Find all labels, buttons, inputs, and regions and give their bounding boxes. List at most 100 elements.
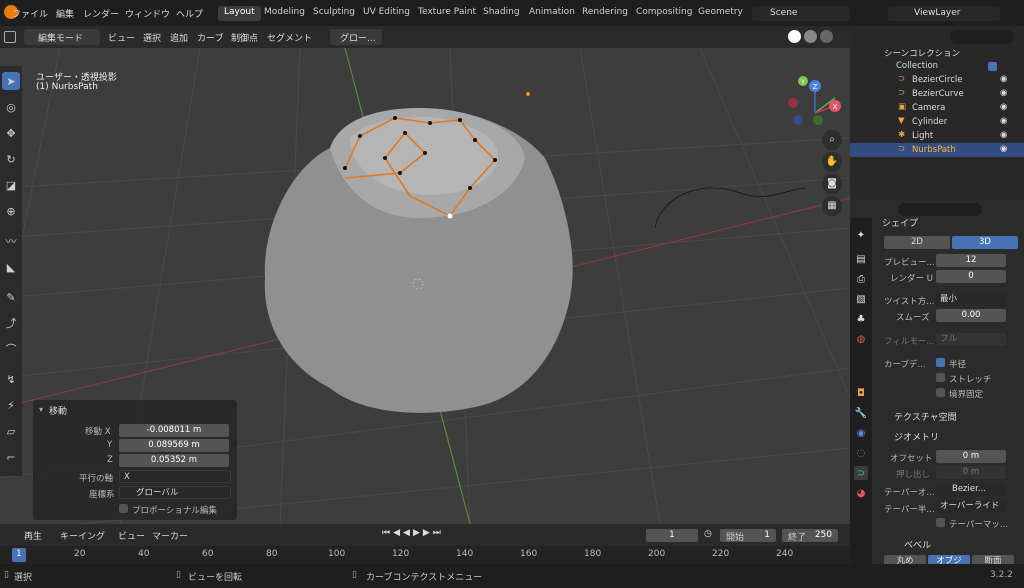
transform-tool-icon[interactable]: ⊕ [2, 202, 20, 220]
menu-segment[interactable]: セグメント [267, 31, 312, 44]
eye-icon[interactable]: ◉ [1000, 74, 1007, 84]
playback-controls[interactable]: ⏮◀◀▶▶⏭ [382, 528, 470, 542]
extrude-field[interactable]: 0 m [936, 466, 1006, 479]
outliner-item[interactable]: ✱ Light ◉ [850, 129, 1024, 143]
smooth-field[interactable]: 0.00 [936, 309, 1006, 322]
randomize-tool-icon[interactable]: ⚡ [2, 396, 20, 414]
render-u-field[interactable]: 0 [936, 270, 1006, 283]
eye-icon[interactable]: ◉ [1000, 88, 1007, 98]
properties-search[interactable] [898, 203, 982, 216]
mode-selector[interactable]: 編集モード [24, 29, 100, 45]
pen-tool-icon[interactable]: ✎ [2, 288, 20, 306]
eye-icon[interactable]: ◉ [1000, 116, 1007, 126]
radius-checkbox[interactable] [936, 358, 945, 367]
tab-uv-editing[interactable]: UV Editing [357, 6, 416, 21]
bezier-curve[interactable] [654, 187, 806, 229]
editor-type-icon[interactable] [4, 31, 16, 43]
menu-add[interactable]: 追加 [170, 31, 188, 44]
tab-shading[interactable]: Shading [477, 6, 526, 21]
bounds-clamp-checkbox[interactable] [936, 388, 945, 397]
curve-data-tab-icon[interactable]: ⊃ [854, 466, 868, 480]
timeline-view-menu[interactable]: ビュー [118, 529, 145, 542]
scale-tool-icon[interactable]: ◪ [2, 176, 20, 194]
output-tab-icon[interactable]: ⎙ [854, 272, 868, 286]
material-tab-icon[interactable]: ◕ [854, 486, 868, 500]
pivot-selector[interactable]: グロー... [330, 29, 382, 45]
world-tab-icon[interactable]: ◍ [854, 332, 868, 346]
cursor-tool-icon[interactable]: ◎ [2, 98, 20, 116]
warp-tool-icon[interactable]: ⌐ [2, 448, 20, 466]
tab-animation[interactable]: Animation [523, 6, 581, 21]
move-y-field[interactable]: 0.089569 m [119, 439, 229, 452]
shading-solid-icon[interactable] [788, 30, 801, 43]
collapse-arrow-icon[interactable]: ▾ [39, 405, 43, 414]
navigation-gizmo[interactable]: X Z Y [788, 76, 841, 125]
extrude-tool-icon[interactable]: ⤴ [2, 314, 20, 332]
shear-tool-icon[interactable]: ▱ [2, 422, 20, 440]
shape-section-header[interactable]: シェイプ [882, 216, 918, 229]
menu-curve[interactable]: カーブ [197, 31, 223, 44]
light-point[interactable] [526, 92, 530, 96]
outliner-item[interactable]: ▣ Camera ◉ [850, 101, 1024, 115]
keying-menu[interactable]: キーイング [60, 529, 105, 542]
active-control-point[interactable] [447, 213, 453, 219]
menu-file[interactable]: ファイル [12, 7, 48, 20]
proportional-checkbox[interactable] [119, 504, 128, 513]
rotate-tool-icon[interactable]: ↻ [2, 150, 20, 168]
outliner-search[interactable] [950, 30, 1014, 44]
select-tool-icon[interactable]: ➤ [2, 72, 20, 90]
orientation-dropdown[interactable]: グローバル [119, 486, 231, 499]
bevel-header[interactable]: ベベル [904, 538, 931, 551]
tab-modeling[interactable]: Modeling [258, 6, 311, 21]
menu-view[interactable]: ビュー [108, 31, 135, 44]
view-layer-tab-icon[interactable]: ▧ [854, 292, 868, 306]
grid-view-icon[interactable]: ▦ [822, 196, 842, 216]
timeline-ruler[interactable]: 1 20 40 60 80 100 120 140 160 180 200 22… [0, 546, 850, 564]
stretch-checkbox[interactable] [936, 373, 945, 382]
object-tab-icon[interactable]: ◘ [854, 386, 868, 400]
menu-window[interactable]: ウィンドウ [125, 7, 170, 20]
current-frame-field[interactable]: 1 [646, 529, 698, 542]
menu-render[interactable]: レンダー [83, 7, 119, 20]
draw-tool-icon[interactable]: 〰 [2, 232, 20, 250]
tab-rendering[interactable]: Rendering [576, 6, 634, 21]
menu-edit[interactable]: 編集 [56, 7, 74, 20]
marker-menu[interactable]: マーカー [152, 529, 188, 542]
constraint-axis-dropdown[interactable]: X [119, 470, 231, 483]
preview-u-field[interactable]: 12 [936, 254, 1006, 267]
clock-icon[interactable]: ◷ [704, 529, 712, 539]
outliner-item[interactable]: ▼ Cylinder ◉ [850, 115, 1024, 129]
particles-tab-icon[interactable]: ◉ [854, 426, 868, 440]
twist-method-dropdown[interactable]: 最小 [936, 293, 1006, 306]
taper-radius-dropdown[interactable]: オーバーライド [936, 500, 1006, 513]
texture-space-header[interactable]: テクスチャ空間 [894, 410, 957, 423]
camera-view-icon[interactable]: ◙ [822, 174, 842, 194]
tab-sculpting[interactable]: Sculpting [307, 6, 361, 21]
tab-geometry[interactable]: Geometry [692, 6, 749, 21]
move-tool-icon[interactable]: ✥ [2, 124, 20, 142]
eye-icon[interactable]: ◉ [1000, 102, 1007, 112]
dimension-3d-button[interactable]: 3D [952, 236, 1018, 249]
offset-field[interactable]: 0 m [936, 450, 1006, 463]
view-layer-selector[interactable]: ViewLayer [888, 6, 1000, 21]
scene-tab-icon[interactable]: ♣ [854, 312, 868, 326]
radius-tool-icon[interactable]: ⌒ [2, 340, 20, 358]
taper-map-checkbox[interactable] [936, 518, 945, 527]
tab-layout[interactable]: Layout [218, 6, 261, 21]
outliner-item[interactable]: ⊃ BezierCircle ◉ [850, 73, 1024, 87]
eye-icon[interactable]: ◉ [1000, 130, 1007, 140]
pan-hand-icon[interactable]: ✋ [822, 152, 842, 172]
outliner-item[interactable]: ⊃ NurbsPath ◉ [850, 143, 1024, 157]
tool-tab-icon[interactable]: ✦ [854, 228, 868, 242]
move-x-field[interactable]: -0.008011 m [119, 424, 229, 437]
physics-tab-icon[interactable]: ◌ [854, 446, 868, 460]
fill-mode-dropdown[interactable]: フル [936, 333, 1006, 346]
menu-help[interactable]: ヘルプ [176, 7, 203, 20]
menu-select[interactable]: 選択 [143, 31, 161, 44]
dimension-2d-button[interactable]: 2D [884, 236, 950, 249]
scene-selector[interactable]: Scene [752, 6, 850, 21]
zoom-icon[interactable]: ⌕ [822, 130, 842, 150]
playback-menu[interactable]: 再生 [24, 529, 42, 542]
menu-control-point[interactable]: 制御点 [231, 31, 258, 44]
end-frame-field[interactable]: 終了 250 [782, 529, 838, 543]
